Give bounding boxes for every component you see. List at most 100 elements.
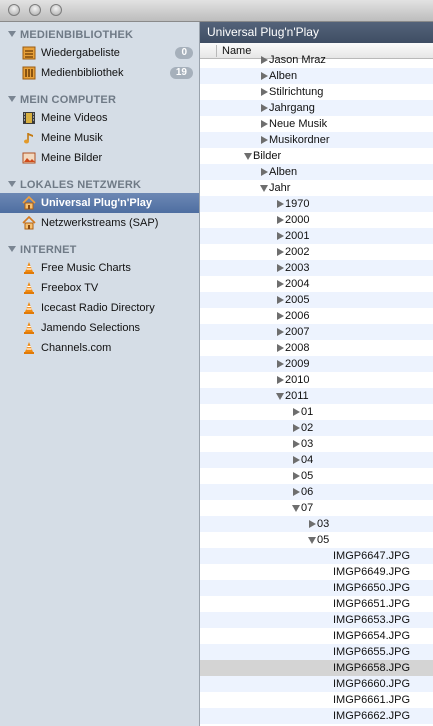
disclosure-collapsed-icon[interactable] xyxy=(293,424,300,432)
disclosure-collapsed-icon[interactable] xyxy=(261,56,268,64)
disclosure-expanded-icon[interactable] xyxy=(292,505,300,512)
folder-row[interactable]: 06 xyxy=(200,484,433,500)
disclosure-collapsed-icon[interactable] xyxy=(277,312,284,320)
folder-row[interactable]: Bilder xyxy=(200,148,433,164)
disclosure-collapsed-icon[interactable] xyxy=(277,200,284,208)
row-label: Musikordner xyxy=(269,134,330,146)
sidebar-item-channels-com[interactable]: Channels.com xyxy=(0,338,199,358)
folder-row[interactable]: 2004 xyxy=(200,276,433,292)
row-label: 03 xyxy=(301,438,314,450)
disclosure-collapsed-icon[interactable] xyxy=(293,408,300,416)
folder-row[interactable]: 02 xyxy=(200,420,433,436)
folder-row[interactable]: 2003 xyxy=(200,260,433,276)
file-row[interactable]: IMGP6649.JPG xyxy=(200,564,433,580)
disclosure-collapsed-icon[interactable] xyxy=(293,488,300,496)
file-row[interactable]: IMGP6658.JPG xyxy=(200,660,433,676)
disclosure-expanded-icon[interactable] xyxy=(260,185,268,192)
folder-row[interactable]: Jahr xyxy=(200,180,433,196)
disclosure-collapsed-icon[interactable] xyxy=(293,456,300,464)
folder-row[interactable]: 2010 xyxy=(200,372,433,388)
disclosure-collapsed-icon[interactable] xyxy=(277,280,284,288)
disclosure-collapsed-icon[interactable] xyxy=(277,248,284,256)
file-row[interactable]: IMGP6647.JPG xyxy=(200,548,433,564)
disclosure-collapsed-icon[interactable] xyxy=(261,88,268,96)
folder-row[interactable]: 2001 xyxy=(200,228,433,244)
disclosure-collapsed-icon[interactable] xyxy=(261,72,268,80)
sidebar-item-meine-musik[interactable]: Meine Musik xyxy=(0,128,199,148)
disclosure-expanded-icon[interactable] xyxy=(308,537,316,544)
disclosure-collapsed-icon[interactable] xyxy=(293,440,300,448)
section-header-medienbibliothek[interactable]: MEDIENBIBLIOTHEK xyxy=(8,28,133,42)
folder-row[interactable]: 2007 xyxy=(200,324,433,340)
folder-row[interactable]: Neue Musik xyxy=(200,116,433,132)
row-label: Alben xyxy=(269,70,298,82)
disclosure-collapsed-icon[interactable] xyxy=(277,216,284,224)
row-label: Bilder xyxy=(253,150,282,162)
disclosure-expanded-icon[interactable] xyxy=(244,153,252,160)
folder-row[interactable]: 05 xyxy=(200,532,433,548)
folder-row[interactable]: 2000 xyxy=(200,212,433,228)
disclosure-collapsed-icon[interactable] xyxy=(277,328,284,336)
zoom-window-button[interactable] xyxy=(50,4,62,16)
folder-row[interactable]: Jason Mraz xyxy=(200,52,433,68)
section-header-internet[interactable]: INTERNET xyxy=(8,243,77,257)
sidebar-item-jamendo-selections[interactable]: Jamendo Selections xyxy=(0,318,199,338)
folder-row[interactable]: Alben xyxy=(200,164,433,180)
folder-row[interactable]: 2002 xyxy=(200,244,433,260)
folder-row[interactable]: 1970 xyxy=(200,196,433,212)
folder-row[interactable]: Jahrgang xyxy=(200,100,433,116)
folder-row[interactable]: Musikordner xyxy=(200,132,433,148)
disclosure-collapsed-icon[interactable] xyxy=(277,376,284,384)
file-row[interactable]: IMGP6653.JPG xyxy=(200,612,433,628)
disclosure-expanded-icon[interactable] xyxy=(276,393,284,400)
folder-row[interactable]: 2008 xyxy=(200,340,433,356)
sidebar-item-freebox-tv[interactable]: Freebox TV xyxy=(0,278,199,298)
file-row[interactable]: IMGP6660.JPG xyxy=(200,676,433,692)
folder-row[interactable]: 03 xyxy=(200,516,433,532)
disclosure-collapsed-icon[interactable] xyxy=(277,296,284,304)
folder-row[interactable]: 2009 xyxy=(200,356,433,372)
disclosure-collapsed-icon[interactable] xyxy=(261,104,268,112)
disclosure-collapsed-icon[interactable] xyxy=(277,360,284,368)
sidebar-item-meine-videos[interactable]: Meine Videos xyxy=(0,108,199,128)
row-label: 05 xyxy=(317,534,330,546)
sidebar-item-free-music-charts[interactable]: Free Music Charts xyxy=(0,258,199,278)
row-label: 2006 xyxy=(285,310,310,322)
file-row[interactable]: IMGP6655.JPG xyxy=(200,644,433,660)
folder-row[interactable]: 07 xyxy=(200,500,433,516)
row-label: 06 xyxy=(301,486,314,498)
folder-row[interactable]: Alben xyxy=(200,68,433,84)
close-window-button[interactable] xyxy=(8,4,20,16)
folder-row[interactable]: 01 xyxy=(200,404,433,420)
file-row[interactable]: IMGP6662.JPG xyxy=(200,708,433,724)
disclosure-collapsed-icon[interactable] xyxy=(261,168,268,176)
sidebar-item-meine-bilder[interactable]: Meine Bilder xyxy=(0,148,199,168)
disclosure-collapsed-icon[interactable] xyxy=(309,520,316,528)
folder-row[interactable]: 04 xyxy=(200,452,433,468)
disclosure-collapsed-icon[interactable] xyxy=(261,120,268,128)
folder-row[interactable]: 2005 xyxy=(200,292,433,308)
minimize-window-button[interactable] xyxy=(29,4,41,16)
disclosure-collapsed-icon[interactable] xyxy=(277,232,284,240)
section-header-lokales-netzwerk[interactable]: LOKALES NETZWERK xyxy=(8,178,141,192)
folder-row[interactable]: Stilrichtung xyxy=(200,84,433,100)
folder-row[interactable]: 03 xyxy=(200,436,433,452)
sidebar-item-wiedergabeliste[interactable]: Wiedergabeliste 0 xyxy=(0,43,199,63)
file-row[interactable]: IMGP6661.JPG xyxy=(200,692,433,708)
disclosure-collapsed-icon[interactable] xyxy=(261,136,268,144)
sidebar-item-medienbibliothek[interactable]: Medienbibliothek 19 xyxy=(0,63,199,83)
file-row[interactable]: IMGP6654.JPG xyxy=(200,628,433,644)
folder-row[interactable]: 2006 xyxy=(200,308,433,324)
disclosure-collapsed-icon[interactable] xyxy=(277,264,284,272)
sidebar-item-netzwerkstreams[interactable]: Netzwerkstreams (SAP) xyxy=(0,213,199,233)
file-row[interactable]: IMGP6650.JPG xyxy=(200,580,433,596)
file-row[interactable]: IMGP6651.JPG xyxy=(200,596,433,612)
folder-row[interactable]: 05 xyxy=(200,468,433,484)
sidebar-item-universal-plug-n-play[interactable]: Universal Plug'n'Play xyxy=(0,193,199,213)
disclosure-collapsed-icon[interactable] xyxy=(293,472,300,480)
row-label: 2003 xyxy=(285,262,310,274)
sidebar-item-icecast-radio-directory[interactable]: Icecast Radio Directory xyxy=(0,298,199,318)
folder-row[interactable]: 2011 xyxy=(200,388,433,404)
disclosure-collapsed-icon[interactable] xyxy=(277,344,284,352)
section-header-mein-computer[interactable]: MEIN COMPUTER xyxy=(8,93,116,107)
